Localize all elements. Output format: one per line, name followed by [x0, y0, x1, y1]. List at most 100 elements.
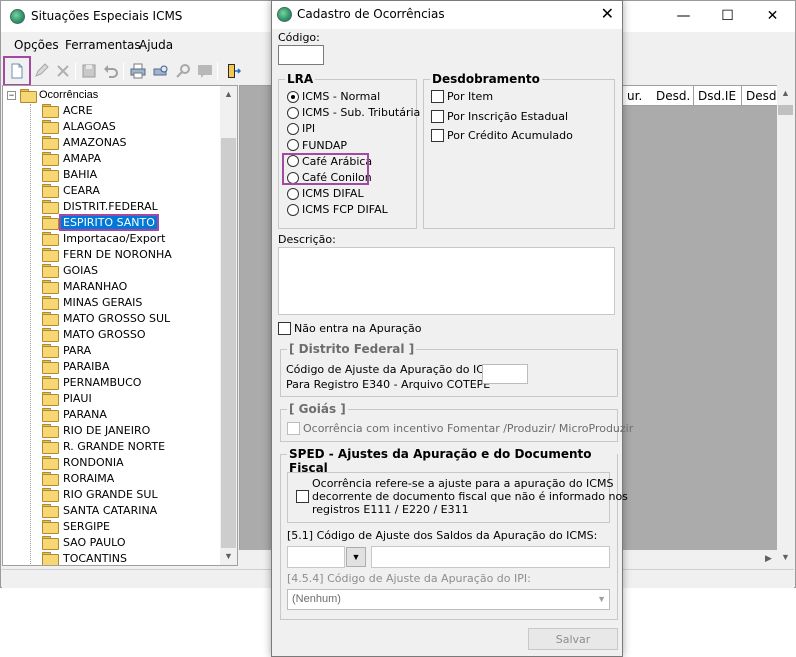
radio-circle[interactable]: [287, 122, 299, 135]
tree-scrollbar[interactable]: ▲ ▼: [220, 86, 237, 565]
tree-item[interactable]: GOIAS: [42, 262, 100, 278]
goias-box[interactable]: [287, 422, 300, 435]
checkbox-box[interactable]: [431, 109, 444, 123]
desdobramento-checkbox[interactable]: Por Inscrição Estadual: [431, 109, 568, 123]
tree-item[interactable]: DISTRIT.FEDERAL: [42, 198, 160, 214]
new-document-icon[interactable]: [3, 56, 31, 86]
tree-item[interactable]: SAO PAULO: [42, 534, 128, 550]
grid-scroll-right-icon[interactable]: ▶: [760, 550, 777, 567]
tree-item[interactable]: PARAIBA: [42, 358, 112, 374]
tree-item[interactable]: ACRE: [42, 102, 95, 118]
ajuste-saldos-description[interactable]: [371, 546, 610, 568]
cadastro-dialog: Cadastro de Ocorrências ✕ Código: LRA IC…: [271, 0, 633, 657]
menu-ferramentas[interactable]: Ferramentas: [65, 38, 141, 52]
tree-item[interactable]: RONDONIA: [42, 454, 126, 470]
tree-scroll-thumb[interactable]: [221, 138, 236, 548]
codigo-label: Código:: [278, 31, 320, 44]
ajuste-ipi-select[interactable]: (Nenhum) ▼: [287, 589, 610, 610]
close-button[interactable]: ✕: [750, 1, 795, 32]
df-code-input[interactable]: [482, 364, 528, 384]
delete-icon[interactable]: [51, 59, 75, 83]
occurrence-tree[interactable]: − Ocorrências ACRE ALAGOAS AMAZONAS AMAPA BA…: [2, 85, 238, 566]
radio-circle[interactable]: [287, 106, 299, 119]
dropdown-arrow-icon[interactable]: ▼: [346, 547, 366, 567]
scroll-up-arrow-icon[interactable]: ▲: [220, 86, 237, 103]
tree-item-label: GOIAS: [63, 263, 98, 277]
undo-icon[interactable]: [99, 59, 123, 83]
minimize-button[interactable]: —: [661, 1, 706, 32]
tree-item[interactable]: MARANHAO: [42, 278, 129, 294]
grid-scroll-up-icon[interactable]: ▲: [777, 85, 794, 102]
tree-item[interactable]: PERNAMBUCO: [42, 374, 143, 390]
tree-item[interactable]: CEARA: [42, 182, 102, 198]
folder-icon: [42, 552, 59, 565]
menu-ajuda[interactable]: Ajuda: [139, 38, 173, 52]
lra-radio[interactable]: ICMS - Normal: [287, 90, 380, 103]
nao-entra-box[interactable]: [278, 322, 291, 335]
tree-item[interactable]: AMAZONAS: [42, 134, 128, 150]
tree-item[interactable]: ESPIRITO SANTO: [42, 213, 159, 231]
lra-radio[interactable]: FUNDAP: [287, 139, 347, 152]
grid-vscroll-thumb[interactable]: [778, 105, 793, 115]
folder-icon: [42, 280, 59, 294]
grid-header-desd-2[interactable]: Desd.: [742, 86, 782, 106]
grid-header-dsd-ie[interactable]: Dsd.IE: [694, 86, 742, 106]
scroll-down-arrow-icon[interactable]: ▼: [220, 548, 237, 565]
tree-item[interactable]: Importacao/Export: [42, 230, 167, 246]
tree-item[interactable]: MINAS GERAIS: [42, 294, 144, 310]
desdobramento-checkbox[interactable]: Por Crédito Acumulado: [431, 129, 573, 142]
menu-opcoes[interactable]: Opções: [14, 38, 59, 52]
grid-header-desd[interactable]: Desd.: [652, 86, 694, 106]
descricao-textarea[interactable]: [278, 247, 615, 315]
search-icon[interactable]: [171, 59, 195, 83]
tree-item[interactable]: PIAUI: [42, 390, 94, 406]
tree-item[interactable]: TOCANTINS: [42, 550, 129, 565]
exit-icon[interactable]: [221, 59, 245, 83]
print-icon[interactable]: [126, 59, 150, 83]
tree-item[interactable]: AMAPA: [42, 150, 103, 166]
tree-item[interactable]: MATO GROSSO SUL: [42, 310, 172, 326]
save-icon[interactable]: [77, 59, 101, 83]
tree-item[interactable]: FERN DE NORONHA: [42, 246, 174, 262]
edit-icon[interactable]: [29, 59, 53, 83]
tree-item[interactable]: R. GRANDE NORTE: [42, 438, 167, 454]
tree-item[interactable]: RORAIMA: [42, 470, 116, 486]
tree-item[interactable]: BAHIA: [42, 166, 99, 182]
nao-entra-checkbox[interactable]: Não entra na Apuração: [278, 322, 421, 335]
grid-vertical-scrollbar[interactable]: ▲ ▼: [777, 85, 794, 566]
goias-checkbox[interactable]: Ocorrência com incentivo Fomentar /Produ…: [287, 422, 633, 435]
sped-checkbox[interactable]: [296, 490, 312, 503]
tree-item[interactable]: ALAGOAS: [42, 118, 118, 134]
radio-circle[interactable]: [287, 203, 299, 216]
tree-item[interactable]: PARANA: [42, 406, 109, 422]
print-preview-icon[interactable]: [149, 59, 173, 83]
comment-icon[interactable]: [193, 59, 217, 83]
tree-item[interactable]: PARA: [42, 342, 93, 358]
tree-root[interactable]: − Ocorrências: [7, 87, 98, 103]
tree-item[interactable]: RIO DE JANEIRO: [42, 422, 152, 438]
save-button[interactable]: Salvar: [528, 628, 618, 650]
lra-radio[interactable]: ICMS - Sub. Tributária: [287, 106, 420, 119]
sped-box[interactable]: [296, 490, 309, 503]
tree-item[interactable]: SERGIPE: [42, 518, 112, 534]
dialog-close-icon[interactable]: ✕: [601, 4, 614, 23]
desdobramento-label: Por Crédito Acumulado: [447, 129, 573, 142]
maximize-button[interactable]: ☐: [705, 1, 750, 32]
tree-item[interactable]: RIO GRANDE SUL: [42, 486, 160, 502]
collapse-icon[interactable]: −: [7, 90, 16, 100]
codigo-input[interactable]: [278, 45, 324, 65]
lra-radio[interactable]: ICMS DIFAL: [287, 187, 364, 200]
checkbox-box[interactable]: [431, 129, 444, 142]
lra-radio[interactable]: IPI: [287, 122, 315, 135]
tree-item[interactable]: SANTA CATARINA: [42, 502, 159, 518]
radio-circle[interactable]: [287, 90, 299, 103]
lra-radio[interactable]: ICMS FCP DIFAL: [287, 203, 388, 216]
tree-item[interactable]: MATO GROSSO: [42, 326, 147, 342]
folder-icon: [42, 248, 59, 262]
checkbox-box[interactable]: [431, 90, 444, 103]
ajuste-saldos-code[interactable]: [287, 546, 345, 568]
radio-circle[interactable]: [287, 139, 299, 152]
grid-scroll-down-icon[interactable]: ▼: [777, 549, 794, 566]
desdobramento-checkbox[interactable]: Por Item: [431, 90, 493, 103]
radio-circle[interactable]: [287, 187, 299, 200]
